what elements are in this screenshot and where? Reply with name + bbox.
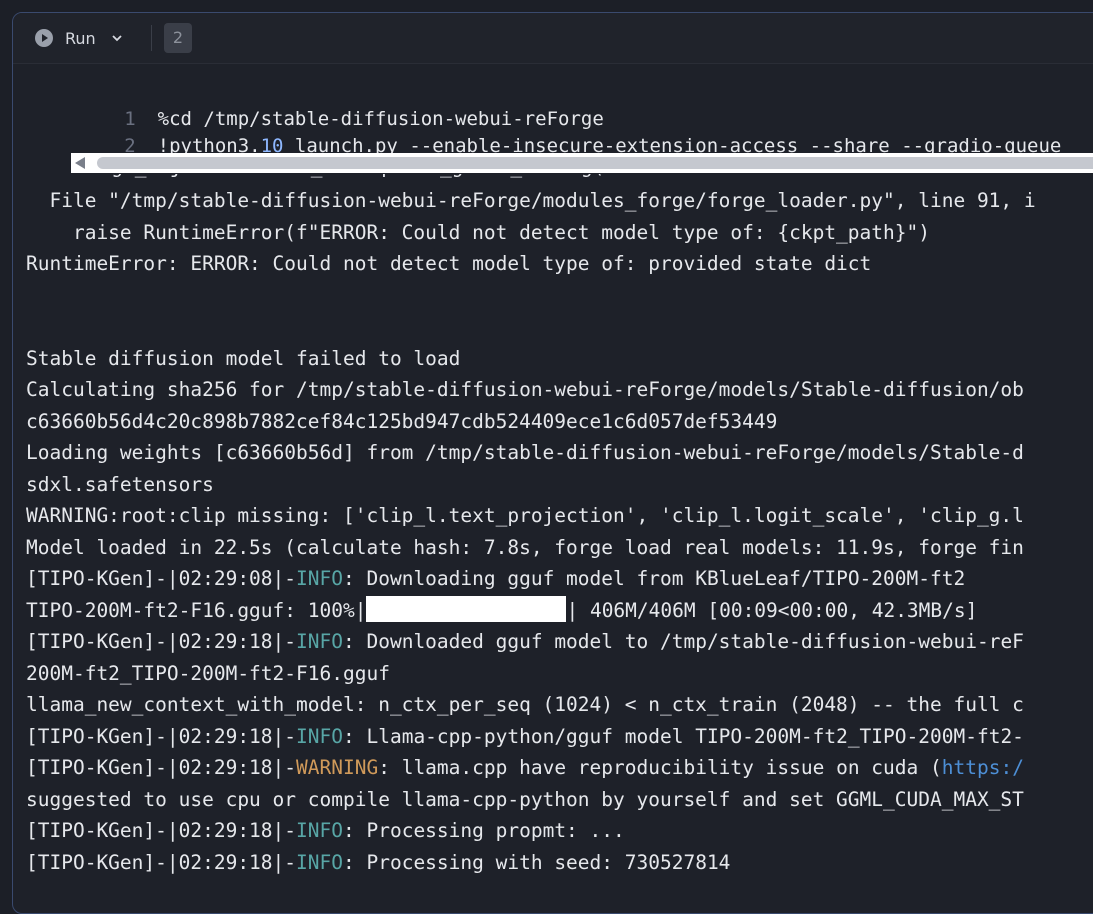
execution-count-badge: 2 (164, 23, 192, 53)
output-line: TIPO-200M-ft2-F16.gguf: 100%| | 406M/406M… (26, 595, 977, 626)
cell-output: forge_objects = load_checkpoint_guess_co… (13, 174, 1093, 900)
code-line[interactable]: 2 !python3.10 launch.py --enable-insecure… (13, 106, 1061, 157)
cell-toolbar: Run 2 (13, 13, 1093, 64)
log-message: : Downloaded gguf model to /tmp/stable-d… (343, 630, 1024, 653)
horizontal-scrollbar[interactable] (71, 153, 1093, 173)
output-line: suggested to use cpu or compile llama-cp… (26, 787, 1024, 811)
output-line: [TIPO-KGen]-|02:29:18|-WARNING: llama.cp… (26, 752, 1024, 783)
output-line: RuntimeError: ERROR: Could not detect mo… (26, 252, 872, 275)
code-line[interactable]: 1 %cd /tmp/stable-diffusion-webui-reForge (13, 79, 604, 130)
log-prefix: [TIPO-KGen]-|02:29:18|- (26, 630, 297, 653)
log-level: INFO (296, 567, 343, 590)
log-prefix: [TIPO-KGen]-|02:29:18|- (26, 756, 297, 779)
scrollbar-thumb[interactable] (97, 157, 1093, 169)
log-prefix: [TIPO-KGen]-|02:29:18|- (26, 819, 297, 842)
output-line: [TIPO-KGen]-|02:29:18|-INFO: Processing … (26, 847, 730, 878)
log-level: INFO (296, 724, 343, 748)
progress-stats: | 406M/406M [00:09<00:00, 42.3MB/s] (566, 598, 978, 622)
output-partial-line: forge_objects = load_checkpoint_guess_co… (13, 174, 1093, 182)
output-line: File "/tmp/stable-diffusion-webui-reForg… (26, 189, 1036, 212)
scroll-left-icon[interactable] (75, 157, 85, 169)
output-line: Loading weights [c63660b56d] from /tmp/s… (26, 441, 1024, 464)
log-message: : Processing propmt: ... (343, 819, 625, 842)
log-message: : Processing with seed: 730527814 (343, 850, 731, 874)
log-level: INFO (296, 850, 343, 874)
progress-label: TIPO-200M-ft2-F16.gguf: 100%| (26, 598, 367, 622)
play-icon (35, 29, 53, 47)
log-message: : Downloading gguf model from KBlueLeaf/… (343, 567, 966, 590)
output-line: raise RuntimeError(f"ERROR: Could not de… (26, 220, 930, 244)
chevron-down-icon[interactable] (110, 31, 124, 45)
log-prefix: [TIPO-KGen]-|02:29:08|- (26, 567, 297, 590)
output-line: [TIPO-KGen]-|02:29:18|-INFO: Llama-cpp-p… (26, 721, 1024, 752)
log-link[interactable]: https:/ (942, 756, 1024, 779)
output-line: [TIPO-KGen]-|02:29:18|-INFO: Processing … (26, 815, 625, 846)
log-prefix: [TIPO-KGen]-|02:29:18|- (26, 724, 297, 748)
run-label: Run (65, 28, 96, 48)
output-line: WARNING:root:clip missing: ['clip_l.text… (26, 504, 1024, 527)
output-line: Model loaded in 22.5s (calculate hash: 7… (26, 535, 1024, 559)
log-level: INFO (296, 630, 343, 653)
output-line: 200M-ft2_TIPO-200M-ft2-F16.gguf (26, 661, 390, 685)
output-line: [TIPO-KGen]-|02:29:08|-INFO: Downloading… (26, 563, 965, 594)
output-line: sdxl.safetensors (26, 472, 214, 496)
log-level: WARNING (296, 756, 379, 779)
toolbar-divider (151, 25, 152, 51)
run-button[interactable]: Run (35, 25, 124, 51)
output-line: llama_new_context_with_model: n_ctx_per_… (26, 693, 1024, 716)
output-line: Stable diffusion model failed to load (26, 346, 461, 370)
output-line: Calculating sha256 for /tmp/stable-diffu… (26, 378, 1024, 401)
notebook-cell[interactable]: Run 2 1 %cd /tmp/stable-diffusion-webui-r… (12, 12, 1093, 914)
progress-bar (366, 596, 567, 622)
output-line: c63660b56d4c20c898b7882cef84c125bd947cdb… (26, 409, 778, 433)
log-level: INFO (296, 819, 343, 842)
log-message: : Llama-cpp-python/gguf model TIPO-200M-… (343, 724, 1024, 748)
log-prefix: [TIPO-KGen]-|02:29:18|- (26, 850, 297, 874)
output-line: [TIPO-KGen]-|02:29:18|-INFO: Downloaded … (26, 626, 1024, 657)
log-message: : llama.cpp have reproducibility issue o… (378, 756, 942, 779)
